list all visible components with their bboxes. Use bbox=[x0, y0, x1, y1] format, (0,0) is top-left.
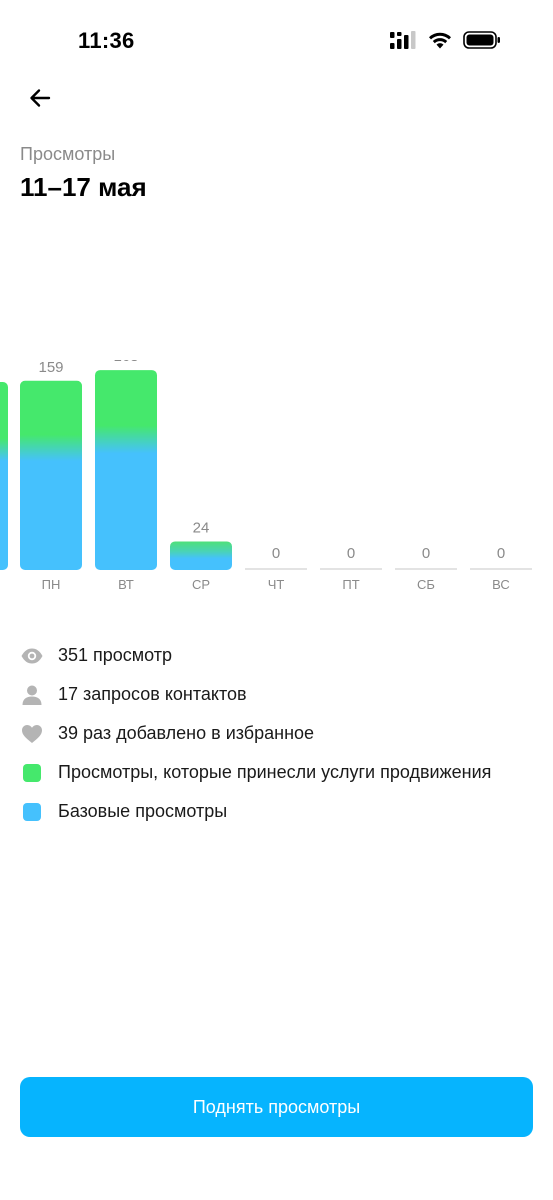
views-bar-chart: 159 ПН 168 ВТ 24 СР 0 ЧТ 0 ПТ 0 СБ 0 ВС bbox=[0, 360, 532, 592]
day-label-1: ПН bbox=[42, 577, 61, 592]
back-button[interactable] bbox=[24, 82, 56, 114]
bar-value-5: 0 bbox=[347, 545, 355, 562]
legend-views: 351 просмотр bbox=[20, 636, 540, 675]
bar-value-1: 159 bbox=[38, 360, 63, 376]
legend-promo-views: Просмотры, которые принесли услуги продв… bbox=[20, 753, 540, 792]
bar-6[interactable] bbox=[395, 568, 457, 570]
legend-promo-label: Просмотры, которые принесли услуги продв… bbox=[58, 762, 492, 782]
page-subtitle: Просмотры bbox=[20, 144, 116, 164]
day-label-4: ЧТ bbox=[268, 577, 285, 592]
bar-3[interactable] bbox=[170, 541, 232, 570]
bar-value-7: 0 bbox=[497, 545, 505, 562]
day-label-6: СБ bbox=[417, 577, 435, 592]
day-label-5: ПТ bbox=[342, 577, 359, 592]
bar-value-6: 0 bbox=[422, 545, 430, 562]
page-title: 11–17 мая bbox=[20, 172, 147, 202]
person-icon bbox=[22, 685, 42, 705]
legend-contacts: 17 запросов контактов bbox=[20, 675, 540, 714]
green-swatch-icon bbox=[23, 763, 41, 782]
day-label-3: СР bbox=[192, 577, 210, 592]
legend-favorites-label: 39 раз добавлено в избранное bbox=[58, 723, 315, 743]
bar-4[interactable] bbox=[245, 568, 307, 570]
wifi-icon bbox=[429, 32, 451, 49]
eye-icon bbox=[21, 648, 43, 663]
bar-5[interactable] bbox=[320, 568, 382, 570]
stats-legend: 351 просмотр 17 запросов контактов 39 ра… bbox=[20, 636, 540, 831]
bar-1[interactable] bbox=[20, 380, 82, 570]
signal-icon bbox=[390, 31, 416, 49]
bar-value-4: 0 bbox=[272, 545, 280, 562]
arrow-left-icon bbox=[30, 89, 51, 107]
day-label-2: ВТ bbox=[118, 577, 134, 592]
status-bar: 11:36 bbox=[0, 0, 553, 82]
previous-bar-partial bbox=[0, 382, 8, 570]
bar-7[interactable] bbox=[470, 568, 532, 570]
bar-value-2: 168 bbox=[113, 360, 138, 365]
status-icons bbox=[389, 30, 501, 50]
heart-icon bbox=[22, 724, 42, 743]
bar-2[interactable] bbox=[95, 370, 157, 570]
blue-swatch-icon bbox=[23, 802, 41, 821]
legend-base-label: Базовые просмотры bbox=[58, 801, 228, 821]
battery-icon bbox=[463, 31, 500, 49]
boost-views-button[interactable]: Поднять просмотры bbox=[20, 1077, 533, 1137]
legend-views-label: 351 просмотр bbox=[58, 645, 173, 665]
status-time: 11:36 bbox=[78, 28, 135, 53]
bar-value-3: 24 bbox=[193, 519, 210, 536]
legend-base-views: Базовые просмотры bbox=[20, 792, 540, 831]
day-label-7: ВС bbox=[492, 577, 510, 592]
legend-contacts-label: 17 запросов контактов bbox=[58, 684, 247, 704]
legend-favorites: 39 раз добавлено в избранное bbox=[20, 714, 540, 753]
